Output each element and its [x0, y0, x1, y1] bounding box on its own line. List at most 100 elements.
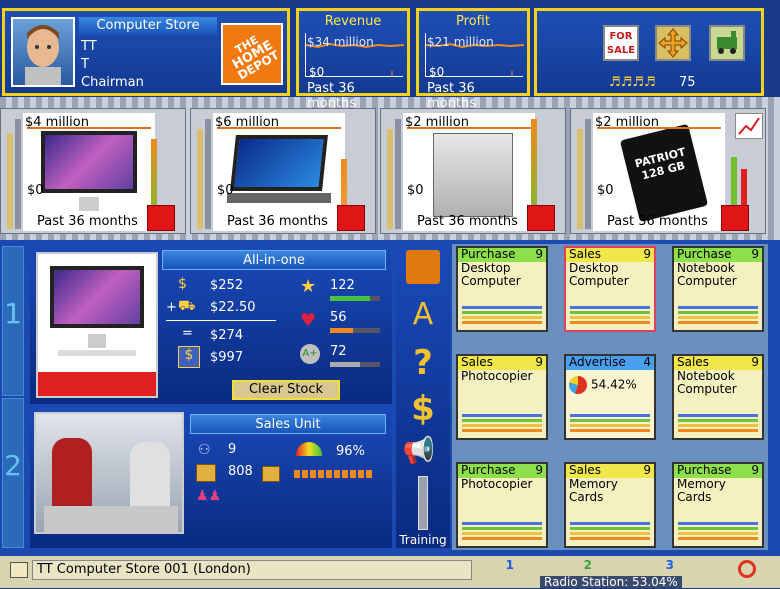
training-slider-track[interactable]	[418, 476, 428, 530]
staff-count: 75	[679, 75, 696, 90]
stock-bar	[577, 129, 583, 229]
move-button[interactable]	[655, 25, 691, 61]
profit-min-label: $0	[429, 65, 445, 79]
price-icon[interactable]: $	[178, 346, 200, 368]
memory-card-art: PATRIOT 128 GB	[619, 123, 709, 223]
stock-bar	[395, 119, 401, 229]
task-card-purchase[interactable]: Purchase 9 Photocopier	[456, 462, 548, 548]
chart-icon-button[interactable]	[735, 113, 763, 139]
task-card-purchase[interactable]: Purchase 9 Notebook Computer	[672, 246, 764, 332]
target-icon[interactable]	[738, 560, 756, 578]
task-progress-bars	[462, 304, 542, 324]
product-card-photocopier[interactable]: $2 million $0 Past 36 months	[380, 108, 566, 234]
task-target-line2: Computer	[461, 274, 521, 288]
task-target-line1: 54.42%	[591, 377, 637, 392]
ladder-button[interactable]: A	[406, 298, 440, 332]
firm-name-field[interactable]: TT Computer Store 001 (London)	[32, 560, 472, 580]
status-tab-1[interactable]: 1	[488, 558, 514, 580]
store-logo[interactable]: THE HOME DEPOT	[221, 23, 283, 85]
quality-bar-track	[330, 296, 380, 301]
task-progress-bars	[678, 304, 758, 324]
task-type: Sales	[569, 463, 601, 477]
task-count: 4	[643, 355, 651, 369]
task-progress-bars	[462, 520, 542, 540]
finance-button[interactable]: $	[406, 392, 440, 426]
profit-title: Profit	[456, 14, 490, 29]
stock-bar	[197, 129, 203, 229]
transport-icon: ⛟	[178, 298, 196, 314]
product-max-label: $4 million	[25, 115, 89, 130]
for-sale-label: FOR SALE	[606, 31, 636, 56]
task-progress-bars	[570, 412, 650, 432]
quality-star-icon: ★	[300, 276, 317, 297]
task-card-advertise[interactable]: Advertise 4 54.42%	[564, 354, 656, 440]
rating-value: 72	[330, 344, 347, 359]
equals-sign: =	[182, 326, 193, 341]
stock-bar	[7, 133, 13, 229]
for-sale-button[interactable]: FOR SALE	[603, 25, 639, 61]
manager-title: Chairman	[81, 75, 144, 90]
revenue-panel[interactable]: Revenue $34 million $0 Past 36 months	[296, 8, 410, 111]
side-tab-1[interactable]: 1	[2, 246, 24, 396]
megaphone-button[interactable]: 📢	[402, 434, 436, 468]
task-progress-bars	[462, 412, 542, 432]
store-info-panel: Computer Store TT T Chairman THE HOME DE…	[2, 8, 290, 96]
product-card-memory-card[interactable]: PATRIOT 128 GB $2 million $0 Past 36 mon…	[570, 108, 766, 234]
task-count: 9	[535, 247, 543, 261]
task-card-purchase[interactable]: Purchase 9 Memory Cards	[672, 462, 764, 548]
task-target-line2: Computer	[569, 274, 629, 288]
manager-portrait[interactable]	[11, 17, 75, 87]
sales-unit-panel: Sales Unit ⚇ 9 96% 808 ♟♟	[30, 408, 392, 548]
product-card-notebook[interactable]: $6 million $0 Past 36 months	[190, 108, 376, 234]
task-target-line2: Computer	[677, 382, 737, 396]
product-period: Past 36 months	[227, 214, 328, 229]
clear-stock-button[interactable]: Clear Stock	[232, 380, 340, 400]
product-image-desktop: $4 million $0 Past 36 months	[23, 113, 155, 231]
satisfaction-bar	[294, 470, 374, 478]
stock-box-icon	[196, 464, 216, 482]
task-count: 9	[751, 355, 759, 369]
train-button[interactable]	[709, 25, 745, 61]
task-card-purchase[interactable]: Purchase 9 Desktop Computer	[456, 246, 548, 332]
task-type: Purchase	[461, 247, 516, 261]
books-button[interactable]	[406, 250, 440, 284]
task-card-sales[interactable]: Sales 9 Notebook Computer	[672, 354, 764, 440]
cost-value: $252	[210, 278, 244, 293]
product-period: Past 36 months	[607, 214, 708, 229]
task-type: Purchase	[677, 463, 732, 477]
staff-icon: ♬♬♬♬	[609, 75, 656, 90]
appeal-value: 56	[330, 310, 347, 325]
task-type: Sales	[461, 355, 493, 369]
satisfaction-gauge-icon	[296, 442, 322, 456]
task-target-line2: Computer	[677, 274, 737, 288]
train-icon	[717, 31, 737, 54]
product-max-label: $6 million	[215, 115, 279, 130]
revenue-title: Revenue	[324, 14, 382, 29]
sales-unit-title: Sales Unit	[190, 414, 386, 434]
task-card-sales[interactable]: Sales 9 Photocopier	[456, 354, 548, 440]
task-type: Sales	[569, 247, 601, 261]
alert-box	[337, 205, 365, 231]
product-detail-image[interactable]	[36, 252, 158, 398]
profit-panel[interactable]: Profit $21 million $0 Past 36 months	[416, 8, 530, 111]
task-card-sales[interactable]: Sales 9 Desktop Computer	[564, 246, 656, 332]
product-period: Past 36 months	[417, 214, 518, 229]
edit-icon[interactable]	[10, 562, 28, 578]
profit-max-label: $21 million	[427, 35, 494, 49]
side-tab-2[interactable]: 2	[2, 398, 24, 548]
help-button[interactable]: ?	[406, 346, 440, 380]
appeal-heart-icon: ♥	[300, 310, 317, 331]
sales-unit-photo[interactable]	[34, 412, 184, 534]
task-target-line1: Photocopier	[461, 369, 533, 383]
divider-line	[166, 320, 276, 321]
product-card-desktop[interactable]: $4 million $0 Past 36 months	[0, 108, 186, 234]
task-count: 9	[535, 355, 543, 369]
product-detail-title: All-in-one	[162, 250, 386, 270]
task-card-sales[interactable]: Sales 9 Memory Cards	[564, 462, 656, 548]
price-value: $997	[210, 350, 244, 365]
box-icon	[262, 466, 280, 482]
alert-box	[527, 205, 555, 231]
stock-count: 808	[228, 464, 253, 479]
stock-bar	[15, 119, 21, 229]
store-type-label: Computer Store	[79, 17, 217, 35]
